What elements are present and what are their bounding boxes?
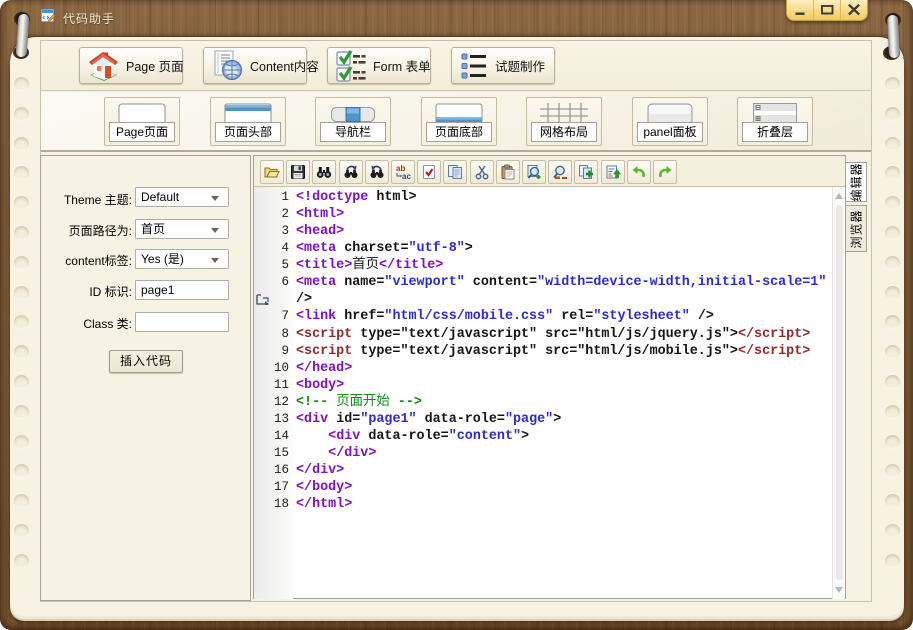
svg-text:ac: ac <box>402 172 411 180</box>
